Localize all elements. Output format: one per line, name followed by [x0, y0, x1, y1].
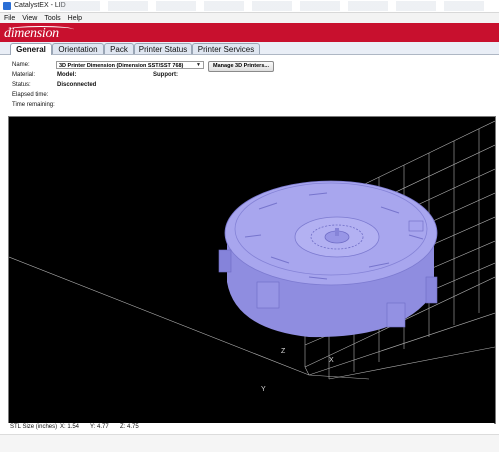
stl-size-z: Z: 4.75 — [120, 424, 139, 430]
manage-printers-button[interactable]: Manage 3D Printers... — [208, 61, 274, 72]
stl-size-label: STL Size (inches) — [10, 424, 58, 430]
axis-label-z: Z — [281, 348, 286, 355]
tab-strip: General Orientation Pack Printer Status … — [0, 42, 499, 55]
axis-label-y: Y — [261, 386, 266, 393]
tab-general[interactable]: General — [10, 43, 52, 55]
status-value: Disconnected — [57, 82, 97, 88]
material-label: Material: — [12, 72, 36, 78]
bottom-panel — [0, 434, 499, 452]
menu-bar: File View Tools Help — [0, 13, 499, 23]
viewport-canvas[interactable]: Z Y X — [9, 117, 495, 423]
stl-size-y: Y: 4.77 — [90, 424, 109, 430]
stl-size-x: X: 1.54 — [60, 424, 80, 430]
time-remaining-label: Time remaining: — [12, 102, 55, 108]
tab-pack[interactable]: Pack — [104, 43, 134, 54]
window-titlebar: CatalystEX - LID — [0, 0, 499, 13]
support-label: Support: — [153, 72, 178, 78]
chevron-down-icon[interactable]: ▼ — [195, 62, 202, 68]
status-bar: STL Size (inches) X: 1.54 Y: 4.77 Z: 4.7… — [8, 423, 494, 433]
stl-model[interactable] — [218, 180, 438, 338]
brand-logo: dimension — [4, 26, 59, 41]
brand-banner: dimension — [0, 23, 499, 42]
menu-help[interactable]: Help — [64, 15, 85, 22]
status-label: Status: — [12, 82, 31, 88]
printer-select-value: 3D Printer Dimension (Dimension SST/SST … — [59, 63, 184, 69]
window-title: CatalystEX - LID — [14, 2, 66, 9]
tab-printer-status[interactable]: Printer Status — [134, 43, 192, 54]
menu-file[interactable]: File — [0, 15, 18, 22]
tab-printer-services[interactable]: Printer Services — [192, 43, 260, 54]
menu-view[interactable]: View — [18, 15, 40, 22]
model-viewport[interactable]: Z Y X — [8, 116, 496, 424]
app-icon — [3, 2, 11, 10]
name-label: Name: — [12, 62, 30, 68]
menu-tools[interactable]: Tools — [40, 15, 63, 22]
axis-label-x: X — [329, 357, 334, 364]
model-label: Model: — [57, 72, 77, 78]
printer-select[interactable]: 3D Printer Dimension (Dimension SST/SST … — [56, 61, 204, 69]
background-taskbar — [60, 1, 490, 11]
elapsed-time-label: Elapsed time: — [12, 92, 49, 98]
tab-orientation[interactable]: Orientation — [52, 43, 104, 54]
